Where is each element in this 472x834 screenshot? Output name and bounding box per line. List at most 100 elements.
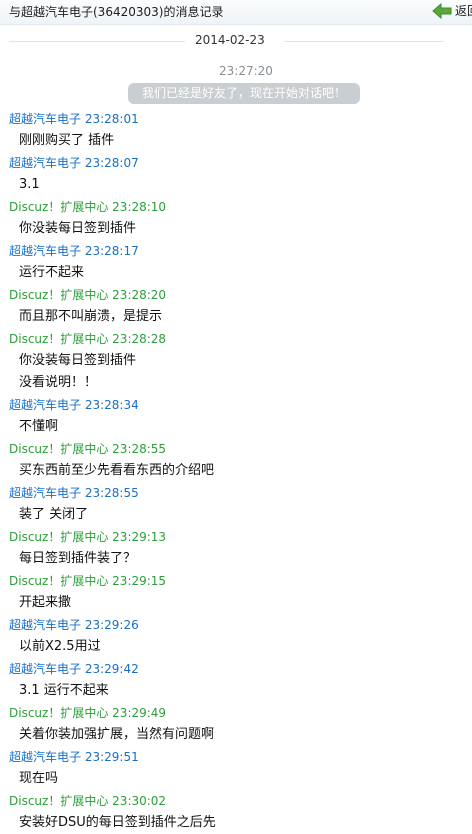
message-time: 23:29:13 <box>112 530 167 544</box>
message-sender[interactable]: Discuz！扩展中心 <box>9 706 108 720</box>
message-sender[interactable]: Discuz！扩展中心 <box>9 794 108 808</box>
message-sender[interactable]: Discuz！扩展中心 <box>9 442 108 456</box>
message-header: 超越汽车电子 23:29:26 <box>0 614 472 636</box>
message-sender[interactable]: 超越汽车电子 <box>9 750 81 764</box>
message-sender[interactable]: 超越汽车电子 <box>9 112 81 126</box>
message-sender[interactable]: 超越汽车电子 <box>9 662 81 676</box>
message-header: 超越汽车电子 23:28:01 <box>0 108 472 130</box>
divider <box>284 41 444 42</box>
message-time: 23:28:10 <box>112 200 167 214</box>
divider <box>9 41 185 42</box>
back-arrow-icon <box>432 2 452 19</box>
message-time: 23:28:07 <box>84 156 139 170</box>
window-title: 与超越汽车电子(36420303)的消息记录 <box>9 5 224 19</box>
message-sender[interactable]: 超越汽车电子 <box>9 244 81 258</box>
message-sender[interactable]: Discuz！扩展中心 <box>9 288 108 302</box>
message-header: Discuz！扩展中心 23:29:15 <box>0 570 472 592</box>
message-header: Discuz！扩展中心 23:28:10 <box>0 196 472 218</box>
message-body: 以前X2.5用过 <box>0 636 472 658</box>
message-text: 现在吗 <box>19 771 59 786</box>
message-item: 超越汽车电子 23:28:01 刚刚购买了 插件 <box>0 108 472 152</box>
message-time: 23:28:28 <box>112 332 167 346</box>
message-time: 23:29:26 <box>84 618 139 632</box>
message-text: 不懂啊 <box>19 419 59 434</box>
message-sender[interactable]: 超越汽车电子 <box>9 398 81 412</box>
date-label: 2014-02-23 <box>195 33 265 47</box>
message-body: 关着你装加强扩展，当然有问题啊 <box>0 724 472 746</box>
message-body: 买东西前至少先看看东西的介绍吧 <box>0 460 472 482</box>
message-text: 3.1 <box>19 177 40 192</box>
window-header: 与超越汽车电子(36420303)的消息记录 返回 <box>0 0 472 25</box>
message-text: 装了 关闭了 <box>19 507 89 522</box>
message-text: 安装好DSU的每日签到插件之后先 <box>19 815 216 830</box>
message-body: 运行不起来 <box>0 262 472 284</box>
message-text: 关着你装加强扩展，当然有问题啊 <box>19 727 215 742</box>
message-body: 而且那不叫崩溃，是提示 <box>0 306 472 328</box>
back-label: 返回 <box>455 4 472 18</box>
message-header: 超越汽车电子 23:28:07 <box>0 152 472 174</box>
message-time: 23:28:34 <box>84 398 139 412</box>
message-item: Discuz！扩展中心 23:29:15 开起来撒 <box>0 570 472 614</box>
message-item: 超越汽车电子 23:28:17 运行不起来 <box>0 240 472 284</box>
message-text: 开起来撒 <box>19 595 72 610</box>
message-header: Discuz！扩展中心 23:28:55 <box>0 438 472 460</box>
message-item: 超越汽车电子 23:29:42 3.1 运行不起来 <box>0 658 472 702</box>
message-item: Discuz！扩展中心 23:28:55 买东西前至少先看看东西的介绍吧 <box>0 438 472 482</box>
message-body: 开起来撒 <box>0 592 472 614</box>
message-list: 超越汽车电子 23:28:01 刚刚购买了 插件 超越汽车电子 23:28:07 3.… <box>0 108 472 834</box>
message-body: 每日签到插件装了？ <box>0 548 472 570</box>
message-item: Discuz！扩展中心 23:29:49 关着你装加强扩展，当然有问题啊 <box>0 702 472 746</box>
message-text: 你没装每日签到插件 <box>19 221 137 236</box>
message-sender[interactable]: 超越汽车电子 <box>9 486 81 500</box>
message-time: 23:28:01 <box>84 112 139 126</box>
message-sender[interactable]: 超越汽车电子 <box>9 618 81 632</box>
message-sender[interactable]: Discuz！扩展中心 <box>9 530 108 544</box>
message-text: 没看说明！！ <box>19 375 98 390</box>
message-body: 安装好DSU的每日签到插件之后先 <box>0 812 472 834</box>
message-header: 超越汽车电子 23:28:17 <box>0 240 472 262</box>
message-text: 3.1 运行不起来 <box>19 683 109 698</box>
message-body: 3.1 <box>0 174 472 196</box>
message-body: 刚刚购买了 插件 <box>0 130 472 152</box>
message-item: Discuz！扩展中心 23:29:13 每日签到插件装了？ <box>0 526 472 570</box>
message-item: Discuz！扩展中心 23:28:28 你没装每日签到插件 没看说明！！ <box>0 328 472 394</box>
system-time: 23:27:20 <box>219 64 273 78</box>
message-header: Discuz！扩展中心 23:28:20 <box>0 284 472 306</box>
message-time: 23:28:55 <box>112 442 167 456</box>
message-text: 买东西前至少先看看东西的介绍吧 <box>19 463 215 478</box>
message-item: Discuz！扩展中心 23:28:10 你没装每日签到插件 <box>0 196 472 240</box>
message-time: 23:29:15 <box>112 574 167 588</box>
message-time: 23:28:17 <box>84 244 139 258</box>
message-time: 23:29:49 <box>112 706 167 720</box>
message-text: 运行不起来 <box>19 265 85 280</box>
back-button[interactable]: 返回 <box>432 2 472 19</box>
message-body: 现在吗 <box>0 768 472 790</box>
message-text: 而且那不叫崩溃，是提示 <box>19 309 163 324</box>
message-item: 超越汽车电子 23:29:26 以前X2.5用过 <box>0 614 472 658</box>
message-sender[interactable]: 超越汽车电子 <box>9 156 81 170</box>
message-text: 你没装每日签到插件 <box>19 353 137 368</box>
message-header: Discuz！扩展中心 23:30:02 <box>0 790 472 812</box>
message-time: 23:28:20 <box>112 288 167 302</box>
message-header: Discuz！扩展中心 23:28:28 <box>0 328 472 350</box>
date-separator: 2014-02-23 <box>0 31 472 51</box>
message-item: 超越汽车电子 23:28:55 装了 关闭了 <box>0 482 472 526</box>
message-header: 超越汽车电子 23:28:55 <box>0 482 472 504</box>
message-header: Discuz！扩展中心 23:29:49 <box>0 702 472 724</box>
message-item: 超越汽车电子 23:28:07 3.1 <box>0 152 472 196</box>
message-sender[interactable]: Discuz！扩展中心 <box>9 574 108 588</box>
message-time: 23:29:51 <box>84 750 139 764</box>
message-item: 超越汽车电子 23:28:34 不懂啊 <box>0 394 472 438</box>
message-body: 3.1 运行不起来 <box>0 680 472 702</box>
message-time: 23:30:02 <box>112 794 167 808</box>
system-notice: 我们已经是好友了，现在开始对话吧！ <box>128 83 360 104</box>
message-text: 以前X2.5用过 <box>19 639 101 654</box>
message-body: 你没装每日签到插件 <box>0 218 472 240</box>
message-item: Discuz！扩展中心 23:28:20 而且那不叫崩溃，是提示 <box>0 284 472 328</box>
message-body: 你没装每日签到插件 没看说明！！ <box>0 350 472 394</box>
message-body: 装了 关闭了 <box>0 504 472 526</box>
message-body: 不懂啊 <box>0 416 472 438</box>
message-sender[interactable]: Discuz！扩展中心 <box>9 200 108 214</box>
message-sender[interactable]: Discuz！扩展中心 <box>9 332 108 346</box>
message-time: 23:29:42 <box>84 662 139 676</box>
